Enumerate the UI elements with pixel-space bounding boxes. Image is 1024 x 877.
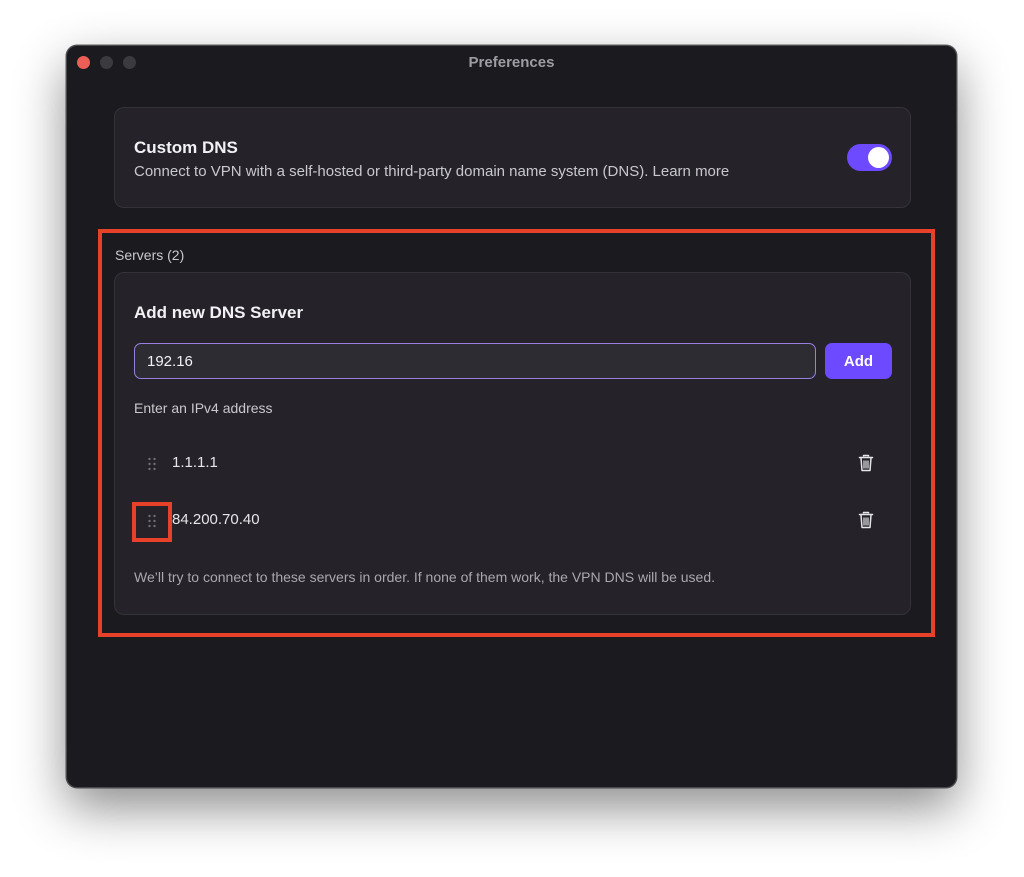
servers-count-label: Servers (2) <box>115 247 185 263</box>
custom-dns-card: Custom DNS Connect to VPN with a self-ho… <box>114 107 911 208</box>
trash-icon[interactable] <box>858 511 874 529</box>
preferences-window: Preferences Custom DNS Connect to VPN wi… <box>66 45 957 788</box>
add-dns-server-heading: Add new DNS Server <box>134 303 304 322</box>
trash-icon[interactable] <box>858 454 874 472</box>
window-title: Preferences <box>468 54 555 71</box>
custom-dns-toggle[interactable] <box>847 144 892 171</box>
drag-handle-icon[interactable] <box>147 457 157 471</box>
drag-handle-icon[interactable] <box>147 514 157 528</box>
dns-server-row: 1.1.1.1 <box>134 446 894 482</box>
custom-dns-description: Connect to VPN with a self-hosted or thi… <box>134 163 730 180</box>
dns-servers-card: Add new DNS Server Add Enter an IPv4 add… <box>114 272 911 615</box>
toggle-knob <box>868 147 889 168</box>
servers-order-footnote: We’ll try to connect to these servers in… <box>134 569 715 585</box>
dns-server-row: 84.200.70.40 <box>134 503 894 539</box>
add-dns-server-button[interactable]: Add <box>825 343 892 379</box>
dns-server-address: 84.200.70.40 <box>172 511 260 528</box>
custom-dns-title: Custom DNS <box>134 138 238 157</box>
dns-server-input[interactable] <box>134 343 816 379</box>
ipv4-hint: Enter an IPv4 address <box>134 400 273 416</box>
title-bar: Preferences <box>67 46 956 80</box>
dns-server-address: 1.1.1.1 <box>172 454 218 471</box>
